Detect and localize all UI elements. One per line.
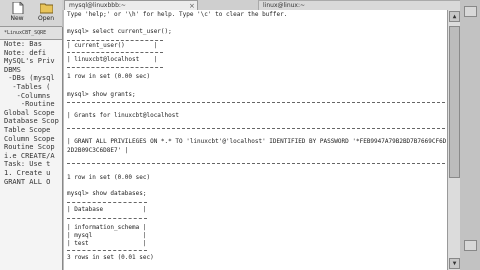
document-line: Table Scope: [4, 125, 51, 134]
row-count: 1 row in set (0.00 sec): [67, 73, 151, 80]
new-label: New: [10, 15, 24, 22]
document-line: DBMS: [4, 65, 21, 74]
document-line: Global Scope: [4, 108, 55, 117]
prompt-line: mysql> show grants;: [67, 91, 136, 98]
document-line: Note: Bas: [4, 40, 42, 48]
document-line: Routine Scop: [4, 143, 55, 152]
table-border: [67, 250, 147, 251]
table-border: [67, 52, 163, 53]
document-line: -DBs (mysql: [4, 74, 55, 83]
tab-mysql-label: mysql@linuxbbb:~: [69, 2, 126, 9]
table-header: | Grants for linuxcbt@localhost: [67, 112, 179, 119]
list-item: | test |: [67, 240, 147, 247]
table-border: [67, 67, 163, 68]
new-document-icon: [12, 2, 24, 14]
vertical-scrollbar[interactable]: ▲ ▼: [447, 10, 460, 270]
list-item: | information_schema |: [67, 224, 147, 231]
window-control-icon[interactable]: [464, 6, 477, 17]
document-tab[interactable]: *LinuxCBT_SQRE: [0, 27, 62, 40]
document-line: Note: defi: [4, 48, 47, 57]
terminal-tab-bar: mysql@linuxbbb:~ × linux@linux:~: [62, 0, 480, 11]
document-line: Database Scop: [4, 117, 59, 126]
table-border: [67, 163, 445, 164]
table-border: [67, 218, 147, 219]
document-line: Column Scope: [4, 134, 55, 143]
document-line: -Columns: [4, 91, 51, 100]
table-border: [67, 128, 445, 129]
table-row: | linuxcbt@localhost |: [67, 56, 158, 63]
window-edge: [460, 0, 480, 270]
document-line: Task: Use t: [4, 160, 51, 169]
table-row-continued: 2D2B09C3C6D8E7' |: [67, 147, 129, 154]
help-line: Type 'help;' or '\h' for help. Type '\c'…: [67, 11, 288, 18]
new-button[interactable]: New: [4, 1, 30, 25]
scrollbar-thumb[interactable]: [449, 26, 460, 178]
document-pane[interactable]: *LinuxCBT_SQRE Note: Bas Note: defi MySQL'…: [0, 27, 63, 270]
document-line: GRANT ALL O: [4, 177, 51, 186]
prompt-line: mysql> select current_user();: [67, 28, 172, 35]
prompt-line: mysql> show databases;: [67, 190, 147, 197]
document-text: Note: Bas Note: defi MySQL's Priv DBMS -DBs…: [0, 40, 62, 186]
table-row: | GRANT ALL PRIVILEGES ON *.* TO 'linuxc…: [67, 138, 447, 145]
list-item: | mysql |: [67, 232, 147, 239]
scroll-down-icon[interactable]: ▼: [449, 258, 460, 269]
folder-icon: [40, 3, 53, 14]
table-border: [67, 40, 163, 41]
row-count: 1 row in set (0.00 sec): [67, 174, 151, 181]
document-line: i.e CREATE/A: [4, 151, 55, 160]
open-button[interactable]: Open: [33, 1, 59, 25]
table-border: [67, 202, 147, 203]
open-label: Open: [37, 15, 55, 22]
table-border: [67, 102, 445, 103]
document-line: -Tables (: [4, 82, 51, 91]
document-line: MySQL's Priv: [4, 57, 55, 66]
document-line: -Routine: [4, 100, 55, 109]
terminal-output[interactable]: Type 'help;' or '\h' for help. Type '\c'…: [64, 10, 447, 270]
table-header: | Database |: [67, 206, 147, 213]
toolbar: New Open: [0, 0, 62, 27]
table-header: | current_user() |: [67, 42, 158, 49]
document-line: 1. Create u: [4, 168, 51, 177]
window-control-icon[interactable]: [464, 240, 477, 251]
scroll-up-icon[interactable]: ▲: [449, 11, 460, 22]
row-count: 3 rows in set (0.01 sec): [67, 254, 154, 261]
